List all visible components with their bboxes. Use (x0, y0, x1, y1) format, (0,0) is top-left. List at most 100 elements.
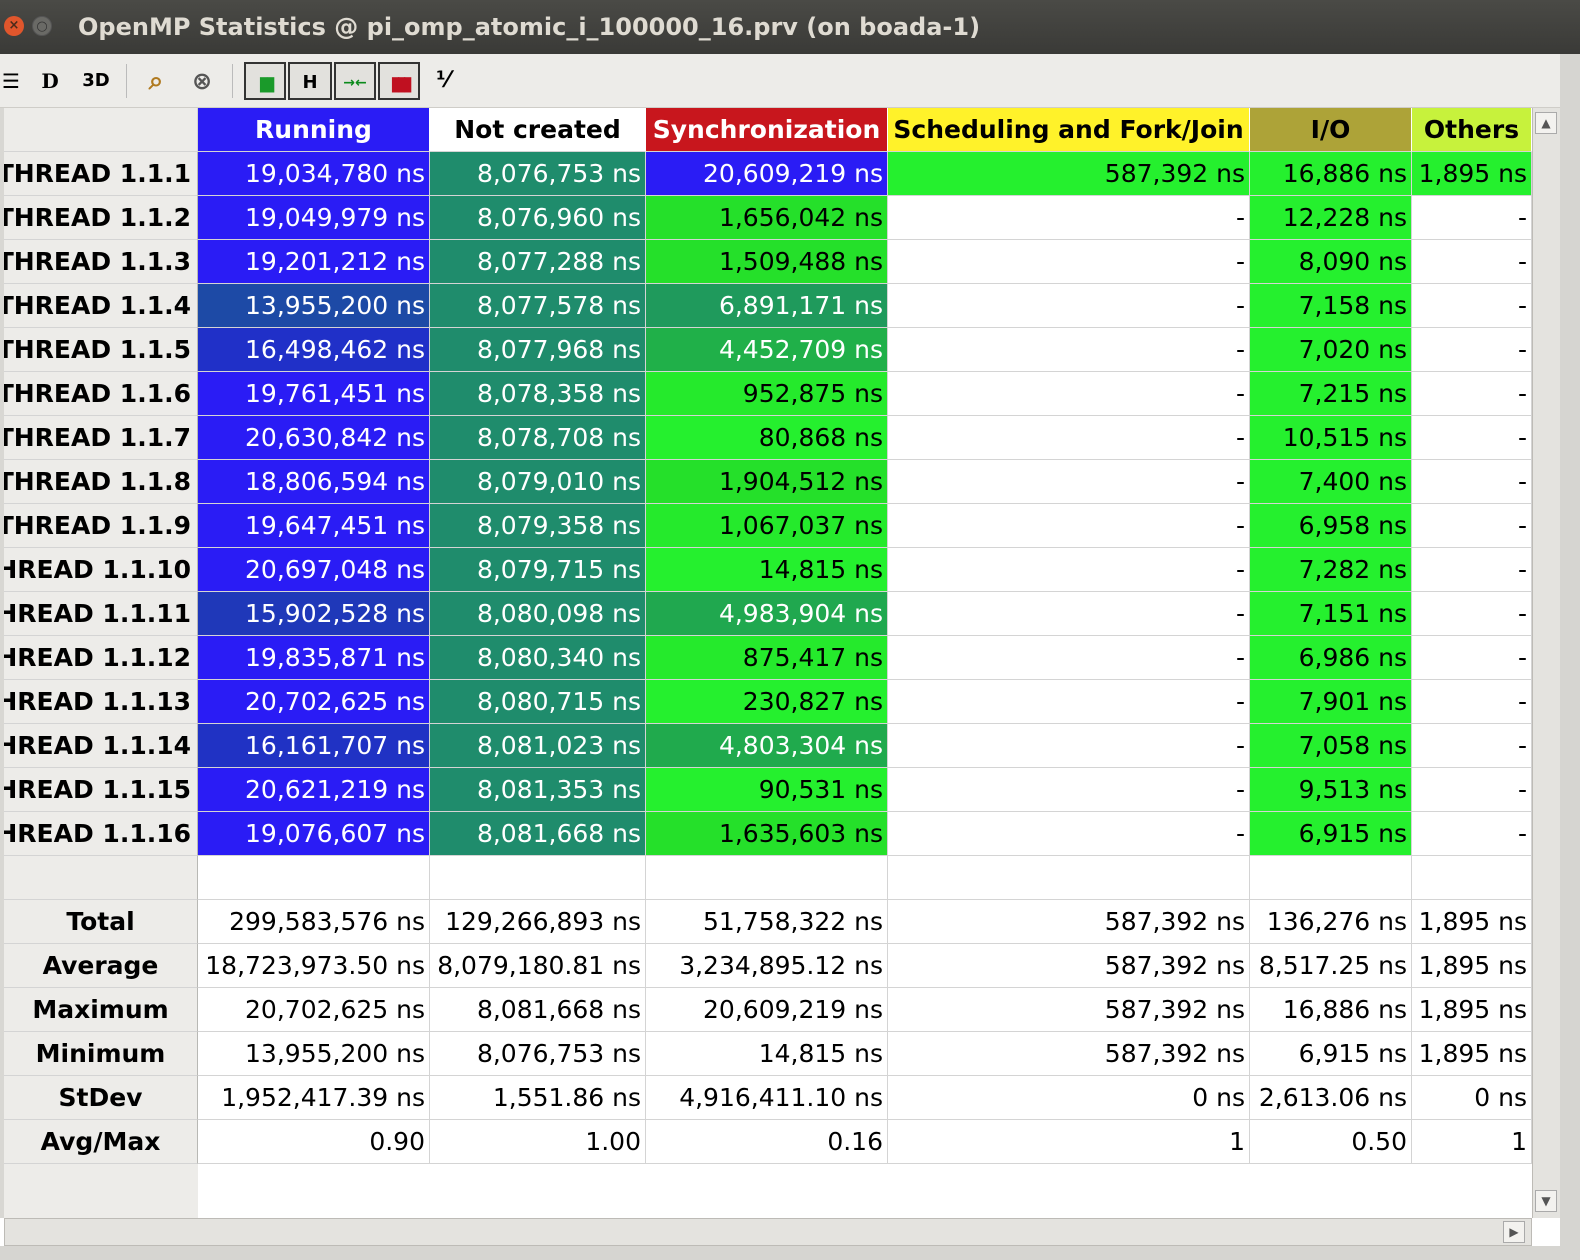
stat-cell: 4,916,411.10 ns (646, 1076, 888, 1120)
row-header[interactable]: THREAD 1.1.3 (4, 240, 198, 284)
table-cell: - (1412, 724, 1532, 768)
hide-empty-icon[interactable]: →← (334, 62, 376, 100)
table-cell: 8,080,715 ns (430, 680, 646, 724)
table-cell: 10,515 ns (1250, 416, 1412, 460)
table-row: THREAD 1.1.1416,161,707 ns8,081,023 ns4,… (4, 724, 1532, 768)
table-row: THREAD 1.1.1 19,034,780 ns 8,076,753 ns 20,… (4, 152, 1532, 196)
stat-cell: 1.00 (430, 1120, 646, 1164)
color-mode-icon[interactable]: ▮▮ (244, 62, 286, 100)
stat-cell: 18,723,973.50 ns (198, 944, 430, 988)
stat-row: Minimum 13,955,200 ns 8,076,753 ns 14,815 n… (4, 1032, 1532, 1076)
table-row: THREAD 1.1.1320,702,625 ns8,080,715 ns23… (4, 680, 1532, 724)
table-cell: 8,079,010 ns (430, 460, 646, 504)
table-cell: - (1412, 680, 1532, 724)
row-header[interactable]: THREAD 1.1.5 (4, 328, 198, 372)
stat-cell: 136,276 ns (1250, 900, 1412, 944)
table-cell: 7,215 ns (1250, 372, 1412, 416)
row-header[interactable]: THREAD 1.1.12 (4, 636, 198, 680)
row-header[interactable]: THREAD 1.1.8 (4, 460, 198, 504)
table-cell: - (1412, 768, 1532, 812)
stat-cell: 6,915 ns (1250, 1032, 1412, 1076)
zoom-reset-icon[interactable]: ⊗ (184, 62, 220, 100)
column-header[interactable]: Others (1412, 108, 1532, 152)
window-edge (1560, 54, 1580, 1260)
row-header[interactable]: THREAD 1.1.11 (4, 592, 198, 636)
window-edge (0, 1246, 1580, 1260)
table-cell: - (888, 768, 1250, 812)
column-header[interactable]: Running (198, 108, 430, 152)
table-cell: 19,201,212 ns (198, 240, 430, 284)
table-cell: 230,827 ns (646, 680, 888, 724)
column-header[interactable]: Not created (430, 108, 646, 152)
stat-cell: 0.90 (198, 1120, 430, 1164)
semantic-color-icon[interactable]: ▮▮▮ (378, 62, 420, 100)
vertical-scrollbar[interactable]: ▲ ▼ (1532, 108, 1560, 1218)
table-row: THREAD 1.1.1619,076,607 ns8,081,668 ns1,… (4, 812, 1532, 856)
table-row: THREAD 1.1.1115,902,528 ns8,080,098 ns4,… (4, 592, 1532, 636)
column-header[interactable]: I/O (1250, 108, 1412, 152)
table-cell: 1,904,512 ns (646, 460, 888, 504)
table-cell: 8,079,358 ns (430, 504, 646, 548)
stat-cell: 1,895 ns (1412, 944, 1532, 988)
stat-cell: 0.50 (1250, 1120, 1412, 1164)
row-header[interactable]: THREAD 1.1.15 (4, 768, 198, 812)
row-header[interactable]: THREAD 1.1.7 (4, 416, 198, 460)
table-cell: 20,697,048 ns (198, 548, 430, 592)
view-3d-icon[interactable]: 3D (76, 62, 116, 100)
view-2d-icon[interactable]: D (34, 62, 66, 100)
table-cell: 6,958 ns (1250, 504, 1412, 548)
row-header[interactable]: THREAD 1.1.13 (4, 680, 198, 724)
stat-row: Maximum 20,702,625 ns 8,081,668 ns 20,609,2… (4, 988, 1532, 1032)
zoom-icon[interactable]: ⌕ (138, 62, 174, 100)
table-cell: 8,081,668 ns (430, 812, 646, 856)
table-cell: 587,392 ns (888, 152, 1250, 196)
row-header[interactable]: THREAD 1.1.9 (4, 504, 198, 548)
table-cell: 16,161,707 ns (198, 724, 430, 768)
scroll-right-icon[interactable]: ▶ (1503, 1221, 1525, 1243)
horizontal-icon[interactable]: H (288, 62, 332, 100)
stat-cell: 0 ns (888, 1076, 1250, 1120)
minimize-icon[interactable]: ○ (32, 16, 52, 36)
table-cell: 13,955,200 ns (198, 284, 430, 328)
row-header[interactable]: THREAD 1.1.4 (4, 284, 198, 328)
scroll-down-icon[interactable]: ▼ (1535, 1190, 1557, 1212)
table-row: THREAD 1.1.3 19,201,212 ns 8,077,288 ns 1,5… (4, 240, 1532, 284)
view-list-icon[interactable]: ☰ (2, 62, 20, 100)
row-header[interactable]: THREAD 1.1.14 (4, 724, 198, 768)
close-icon[interactable]: × (4, 16, 24, 36)
stat-cell: 8,517.25 ns (1250, 944, 1412, 988)
table-cell: 1,895 ns (1412, 152, 1532, 196)
row-header[interactable]: THREAD 1.1.16 (4, 812, 198, 856)
stat-label: Total (4, 900, 198, 944)
table-row: THREAD 1.1.2 19,049,979 ns 8,076,960 ns 1,6… (4, 196, 1532, 240)
table-cell: 20,621,219 ns (198, 768, 430, 812)
table-cell: 8,081,353 ns (430, 768, 646, 812)
horizontal-scrollbar[interactable]: ▶ (4, 1218, 1532, 1246)
table-cell: 7,158 ns (1250, 284, 1412, 328)
table-cell: 6,891,171 ns (646, 284, 888, 328)
table-cell: 1,509,488 ns (646, 240, 888, 284)
table-cell: 19,835,871 ns (198, 636, 430, 680)
stat-cell: 14,815 ns (646, 1032, 888, 1076)
corner-cell (4, 108, 198, 152)
row-header[interactable]: THREAD 1.1.2 (4, 196, 198, 240)
table-cell: - (1412, 548, 1532, 592)
stat-cell: 587,392 ns (888, 944, 1250, 988)
row-header[interactable]: THREAD 1.1.1 (4, 152, 198, 196)
fraction-icon[interactable]: ⅟ (428, 62, 458, 100)
toolbar-separator (232, 64, 233, 98)
stat-cell: 8,079,180.81 ns (430, 944, 646, 988)
stat-cell: 8,081,668 ns (430, 988, 646, 1032)
table-cell: 16,886 ns (1250, 152, 1412, 196)
table-row: THREAD 1.1.8 18,806,594 ns 8,079,010 ns 1,9… (4, 460, 1532, 504)
table-cell: 7,058 ns (1250, 724, 1412, 768)
row-header[interactable]: THREAD 1.1.10 (4, 548, 198, 592)
table-cell: 952,875 ns (646, 372, 888, 416)
table-cell-empty (646, 856, 888, 900)
column-header[interactable]: Synchronization (646, 108, 888, 152)
column-header[interactable]: Scheduling and Fork/Join (888, 108, 1250, 152)
row-header[interactable]: THREAD 1.1.6 (4, 372, 198, 416)
scroll-up-icon[interactable]: ▲ (1535, 112, 1557, 134)
table-cell-empty (1412, 856, 1532, 900)
stat-cell: 1,952,417.39 ns (198, 1076, 430, 1120)
